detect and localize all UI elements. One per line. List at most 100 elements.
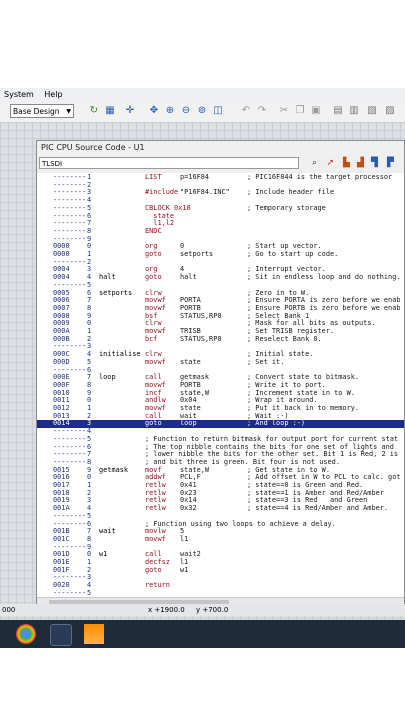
code-opcode: return xyxy=(145,581,170,590)
code-line[interactable]: 000D 5 movwf state; Set it. xyxy=(37,357,404,367)
code-line[interactable]: 0020 4 return xyxy=(37,581,404,590)
code-line[interactable]: -------- 1 LIST p=16F84; PIC16F844 is the t… xyxy=(37,173,404,182)
code-line[interactable]: 0013 2 call wait; Wait :-) xyxy=(37,412,404,421)
code-line[interactable]: -------- 8; and bit three is green. Bit f… xyxy=(37,458,404,467)
code-line[interactable]: -------- 5 xyxy=(37,281,404,290)
code-line[interactable]: 0014 3 goto loop; And loop :-) xyxy=(37,419,404,429)
code-line[interactable]: -------- 5 CBLOCK 0x10; Temporary storage xyxy=(37,203,404,213)
code-line[interactable]: 0009 0 clrw; Mask for all bits as outputs. xyxy=(37,320,404,328)
proteus-icon[interactable] xyxy=(50,624,72,646)
code-opcode: LIST xyxy=(145,173,162,181)
window-title[interactable]: PIC CPU Source Code - U1 xyxy=(37,141,404,155)
block-copy-icon[interactable]: ▤ xyxy=(332,105,344,117)
menu-help[interactable]: Help xyxy=(40,88,66,102)
code-line-number: 5 xyxy=(87,588,92,597)
undo-icon[interactable]: ↶ xyxy=(240,105,252,117)
code-label: initialise xyxy=(99,350,141,359)
step-out-icon[interactable]: ▜ xyxy=(369,158,380,169)
step-over-icon[interactable]: ▟ xyxy=(355,158,366,169)
menu-system[interactable]: System xyxy=(0,88,38,102)
source-toolbar: TLSDI ⌕ ➚ ▙ ▟ ▜ ▛ xyxy=(37,155,404,173)
origin-icon[interactable]: ✛ xyxy=(124,105,136,117)
code-line[interactable]: -------- 6; Function using two loops to a… xyxy=(37,519,404,529)
find-icon[interactable]: ⌕ xyxy=(309,158,320,169)
zoom-in-icon[interactable]: ⊕ xyxy=(164,105,176,117)
redo-icon[interactable]: ↷ xyxy=(256,105,268,117)
code-comment-block: ; Function using two loops to achieve a … xyxy=(145,519,336,528)
run-icon[interactable]: ➚ xyxy=(325,158,336,169)
paste-icon[interactable]: ▣ xyxy=(310,105,322,117)
code-comment: ; Sit in endless loop and do nothing. xyxy=(247,273,401,282)
code-line[interactable]: -------- 4 xyxy=(37,196,404,205)
code-operand: 0x32 xyxy=(180,504,197,513)
code-opcode: movwf xyxy=(145,357,166,366)
code-line[interactable]: 001B 7 wait movlw 5 xyxy=(37,527,404,536)
refresh-icon[interactable]: ↻ xyxy=(88,105,100,117)
status-left: 000 xyxy=(2,606,16,614)
code-opcode: movwf xyxy=(145,534,166,543)
code-line[interactable]: 000E 7 loop call getmask; Convert state to b… xyxy=(37,373,404,382)
code-line[interactable]: -------- 7 l1,l2 xyxy=(37,219,404,228)
code-comment: ; Reselect Bank 0. xyxy=(247,334,322,343)
code-line[interactable]: 0000 1 goto setports; Go to start up code. xyxy=(37,250,404,259)
code-line[interactable]: 001C 8 movwf l1 xyxy=(37,534,404,544)
code-line[interactable]: -------- 3 #include "P16F84.INC"; Include h… xyxy=(37,189,404,197)
code-opcode: #include xyxy=(145,188,179,197)
code-line[interactable]: 001A 4 retlw 0x32; state==4 is Red/Amber an… xyxy=(37,504,404,513)
block-rotate-icon[interactable]: ▧ xyxy=(366,105,378,117)
code-comment: ; PIC16F844 is the target processor xyxy=(247,173,393,181)
code-line[interactable]: 001E 1 decfsz l1 xyxy=(37,558,404,567)
code-operand: STATUS,RP0 xyxy=(180,334,222,343)
code-line[interactable]: -------- 3 xyxy=(37,574,404,582)
grid-icon[interactable]: ▦ xyxy=(104,105,116,117)
code-label: getmask xyxy=(99,465,129,474)
code-operand: "P16F84.INC" xyxy=(180,188,230,197)
design-select-value: Base Design xyxy=(13,107,60,116)
vlc-icon[interactable] xyxy=(84,624,104,644)
code-label: halt xyxy=(99,273,116,282)
step-into-icon[interactable]: ▙ xyxy=(341,158,352,169)
chevron-down-icon[interactable]: ▼ xyxy=(66,105,71,119)
code-line[interactable]: 001F 2 goto w1 xyxy=(37,566,404,575)
code-comment: ; state==4 is Red/Amber and Amber. xyxy=(247,504,389,513)
code-line[interactable]: -------- 8 ENDC xyxy=(37,227,404,236)
code-line[interactable]: -------- 9 xyxy=(37,235,404,244)
block-move-icon[interactable]: ▥ xyxy=(348,105,360,117)
code-comment: ; Go to start up code. xyxy=(247,250,339,258)
code-line[interactable]: -------- 3 xyxy=(37,343,404,351)
design-select[interactable]: Base Design ▼ xyxy=(10,104,74,118)
code-line[interactable]: 000B 2 bcf STATUS,RP0; Reselect Bank 0. xyxy=(37,334,404,344)
zoom-all-icon[interactable]: ⊚ xyxy=(196,105,208,117)
code-line[interactable]: 0004 4 halt goto halt; Sit in endless loop a… xyxy=(37,273,404,282)
source-file-select[interactable]: TLSDI xyxy=(39,157,299,169)
code-line[interactable]: -------- 2 xyxy=(37,258,404,267)
code-operand: loop xyxy=(180,419,197,428)
code-opcode: goto xyxy=(145,273,162,282)
zoom-out-icon[interactable]: ⊖ xyxy=(180,105,192,117)
code-opcode: bcf xyxy=(145,334,158,343)
chrome-icon[interactable] xyxy=(16,624,36,644)
code-line[interactable]: -------- 5 xyxy=(37,588,404,597)
code-label: loop xyxy=(99,373,116,382)
copy-icon[interactable]: ❐ xyxy=(294,105,306,117)
code-label: w1 xyxy=(99,550,108,559)
code-line[interactable]: -------- 6 state xyxy=(37,212,404,221)
block-delete-icon[interactable]: ▨ xyxy=(384,105,396,117)
code-line[interactable]: 000C 4 initialise clrw; Initial state. xyxy=(37,350,404,359)
code-line[interactable]: 0000 0 org 0; Start up vector. xyxy=(37,243,404,251)
code-operand: p=16F84 xyxy=(180,173,210,181)
code-comment: ; Temporary storage xyxy=(247,203,326,212)
code-listing[interactable]: -------- 1 LIST p=16F84; PIC16F844 is the t… xyxy=(37,173,404,597)
code-comment: ; Include header file xyxy=(247,188,335,197)
code-line[interactable]: 0010 9 incf state,W; Increment state in to … xyxy=(37,389,404,398)
code-label: setports xyxy=(99,288,133,297)
code-line[interactable]: -------- 9 xyxy=(37,543,404,552)
zoom-area-icon[interactable]: ◫ xyxy=(212,105,224,117)
cut-icon[interactable]: ✂ xyxy=(278,105,290,117)
run-to-cursor-icon[interactable]: ▛ xyxy=(385,158,396,169)
code-line[interactable]: 001D 0 w1 call wait2 xyxy=(37,551,404,559)
source-code-window: PIC CPU Source Code - U1 TLSDI ⌕ ➚ ▙ ▟ ▜… xyxy=(36,140,405,610)
code-opcode: goto xyxy=(145,419,162,428)
code-line[interactable]: 0012 1 movwf state; Put it back in to memor… xyxy=(37,404,404,413)
pan-icon[interactable]: ✥ xyxy=(148,105,160,117)
